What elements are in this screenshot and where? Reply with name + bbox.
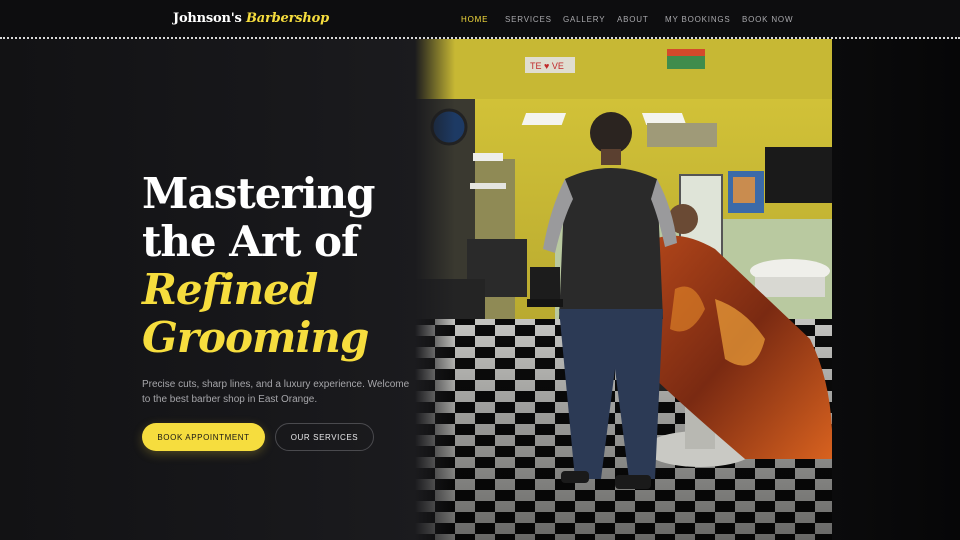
hero-subtitle: Precise cuts, sharp lines, and a luxury …	[142, 379, 410, 405]
nav-my-bookings[interactable]: MY BOOKINGS	[665, 15, 731, 24]
nav-divider	[0, 37, 960, 39]
main-nav: HOME SERVICES GALLERY ABOUT MY BOOKINGS …	[0, 15, 960, 27]
our-services-button[interactable]: OUR SERVICES	[275, 423, 374, 451]
nav-gallery[interactable]: GALLERY	[563, 15, 605, 24]
headline-line-1: Mastering	[142, 169, 375, 218]
book-appointment-button[interactable]: BOOK APPOINTMENT	[142, 423, 265, 451]
photo-left-fade	[415, 39, 455, 540]
headline-line-4: Grooming	[142, 313, 369, 362]
top-navbar: Johnson's Barbershop HOME SERVICES GALLE…	[0, 0, 960, 38]
hero-right-gutter	[832, 39, 960, 540]
headline-line-3: Refined	[142, 265, 318, 314]
nav-services[interactable]: SERVICES	[505, 15, 552, 24]
shop-sign-text: TE ♥ VE	[530, 61, 564, 71]
barbershop-photo: TE ♥ VE	[415, 39, 832, 540]
hero-headline: Mastering the Art of Refined Grooming	[142, 169, 375, 362]
nav-book-now[interactable]: BOOK NOW	[742, 15, 793, 24]
nav-home[interactable]: HOME	[461, 15, 488, 24]
headline-line-2: the Art of	[142, 217, 359, 266]
nav-about[interactable]: ABOUT	[617, 15, 649, 24]
hero-photo: TE ♥ VE	[415, 39, 832, 540]
